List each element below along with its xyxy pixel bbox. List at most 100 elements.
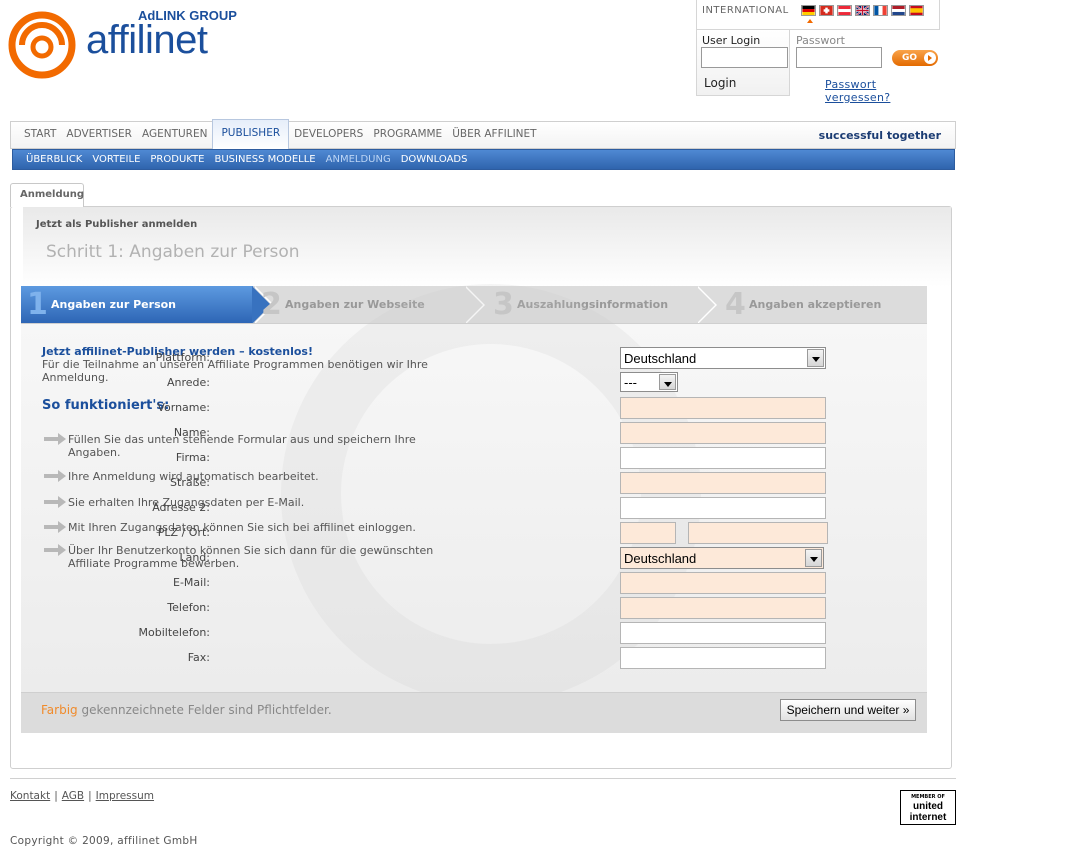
strasse-input[interactable] [620, 472, 826, 494]
registration-form: Jetzt affilinet-Publisher werden – koste… [21, 284, 927, 704]
nav-item-advertiser[interactable]: ADVERTISER [61, 122, 137, 150]
footer-link-impressum[interactable]: Impressum [96, 790, 154, 802]
anrede-select[interactable]: --- [620, 372, 678, 392]
subnav-item-ueberblick[interactable]: ÜBERBLICK [21, 150, 87, 169]
password-label: Passwort [796, 34, 845, 47]
plz-ort-label: PLZ / Ort: [157, 526, 210, 539]
step-1-number: 1 [27, 287, 48, 322]
login-tab[interactable]: Login [704, 76, 736, 90]
step-2-number: 2 [261, 287, 282, 322]
international-label: INTERNATIONAL [702, 5, 789, 16]
footer-separator: | [54, 790, 58, 802]
password-input[interactable] [796, 47, 882, 68]
name-label: Name: [173, 426, 210, 439]
flag-uk-icon[interactable] [855, 5, 870, 16]
nav-item-programme[interactable]: PROGRAMME [368, 122, 447, 150]
tab-anmeldung[interactable]: Anmeldung [10, 183, 84, 207]
subnav-item-produkte[interactable]: PRODUKTE [145, 150, 209, 169]
united-internet-badge[interactable]: MEMBER OF united internet [900, 790, 956, 825]
how-it-works-item: Ihre Anmeldung wird automatisch bearbeit… [43, 470, 443, 483]
plattform-select[interactable]: Deutschland [620, 347, 826, 369]
go-button-label: GO [902, 53, 918, 63]
arrow-right-icon [44, 470, 66, 482]
chevron-down-icon [659, 374, 676, 390]
land-select[interactable]: Deutschland [620, 547, 824, 569]
vorname-input[interactable] [620, 397, 826, 419]
logo-name-text: affilinet [86, 18, 208, 62]
footer-divider [10, 778, 956, 779]
page-subtitle: Jetzt als Publisher anmelden [36, 219, 198, 230]
nav-item-publisher[interactable]: PUBLISHER [212, 119, 290, 150]
land-label: Land: [179, 551, 210, 564]
flag-fr-icon[interactable] [873, 5, 888, 16]
footer-link-kontakt[interactable]: Kontakt [10, 790, 50, 802]
nav-slogan: successful together [818, 129, 941, 142]
nav-item-agenturen[interactable]: AGENTUREN [137, 122, 213, 150]
plz-input[interactable] [620, 522, 676, 544]
go-button[interactable]: GO [892, 50, 938, 66]
anrede-select-value: --- [624, 375, 637, 390]
page-title: Schritt 1: Angaben zur Person [46, 242, 300, 262]
required-fields-note: Farbig gekennzeichnete Felder sind Pflic… [41, 703, 332, 717]
fax-label: Fax: [187, 651, 210, 664]
badge-member-of: MEMBER OF [911, 794, 945, 800]
anrede-label: Anrede: [166, 376, 210, 389]
chevron-down-icon [807, 349, 824, 367]
step-4-label: Angaben akzeptieren [749, 298, 882, 311]
telefon-input[interactable] [620, 597, 826, 619]
subnav-item-business-modelle[interactable]: BUSINESS MODELLE [209, 150, 320, 169]
subnav-item-downloads[interactable]: DOWNLOADS [396, 150, 473, 169]
strasse-label: Straße: [170, 476, 210, 489]
subnav-item-anmeldung[interactable]: ANMELDUNG [321, 150, 396, 169]
vorname-label: Vorname: [157, 401, 210, 414]
selected-flag-indicator-icon [807, 19, 813, 23]
form-footer: Farbig gekennzeichnete Felder sind Pflic… [21, 692, 927, 733]
arrow-right-icon [44, 433, 66, 445]
flag-ch-icon[interactable] [819, 5, 834, 16]
name-input[interactable] [620, 422, 826, 444]
arrow-right-icon [44, 521, 66, 533]
international-selector: INTERNATIONAL [696, 0, 940, 30]
login-box: User Login Passwort GO Login Passwort ve… [696, 30, 940, 104]
firma-label: Firma: [175, 451, 210, 464]
arrow-right-icon [924, 52, 936, 64]
nav-item-developers[interactable]: DEVELOPERS [289, 122, 368, 150]
fax-input[interactable] [620, 647, 826, 669]
main-nav: START ADVERTISER AGENTUREN PUBLISHER DEV… [10, 119, 956, 150]
footer-separator: | [88, 790, 92, 802]
mobiltelefon-input[interactable] [620, 622, 826, 644]
nav-item-start[interactable]: START [19, 122, 61, 150]
user-login-label: User Login [702, 34, 761, 47]
badge-internet: internet [909, 812, 947, 823]
land-select-value: Deutschland [624, 551, 697, 566]
adresse2-input[interactable] [620, 497, 826, 519]
page-header: Jetzt als Publisher anmelden Schritt 1: … [23, 207, 951, 287]
save-and-continue-button[interactable]: Speichern und weiter » [780, 699, 916, 721]
footer-links: Kontakt | AGB | Impressum [10, 790, 154, 802]
forgot-password-link[interactable]: Passwort vergessen? [825, 78, 940, 104]
chevron-down-icon [805, 549, 822, 567]
sub-nav: ÜBERBLICK VORTEILE PRODUKTE BUSINESS MOD… [12, 149, 955, 170]
plattform-select-value: Deutschland [624, 351, 697, 366]
subnav-item-vorteile[interactable]: VORTEILE [87, 150, 145, 169]
step-separator-icon [696, 286, 715, 323]
affilinet-logo[interactable]: AdLINK GROUP affilinet [8, 8, 238, 80]
mobiltelefon-label: Mobiltelefon: [138, 626, 211, 639]
user-login-input[interactable] [701, 47, 788, 68]
flag-nl-icon[interactable] [891, 5, 906, 16]
footer-link-agb[interactable]: AGB [62, 790, 84, 802]
plattform-label: Plattform: [155, 351, 210, 364]
required-fields-text: gekennzeichnete Felder sind Pflichtfelde… [77, 703, 332, 717]
flag-de-icon[interactable] [801, 5, 816, 16]
step-4-number: 4 [725, 287, 746, 322]
firma-input[interactable] [620, 447, 826, 469]
nav-item-ueber-affilinet[interactable]: ÜBER AFFILINET [447, 122, 541, 150]
email-input[interactable] [620, 572, 826, 594]
ort-input[interactable] [688, 522, 828, 544]
intro-text: Für die Teilnahme an unseren Affiliate P… [42, 358, 428, 384]
arrow-right-icon [44, 496, 66, 508]
flag-es-icon[interactable] [909, 5, 924, 16]
flag-at-icon[interactable] [837, 5, 852, 16]
copyright: Copyright © 2009, affilinet GmbH [10, 835, 198, 847]
email-label: E-Mail: [173, 576, 210, 589]
